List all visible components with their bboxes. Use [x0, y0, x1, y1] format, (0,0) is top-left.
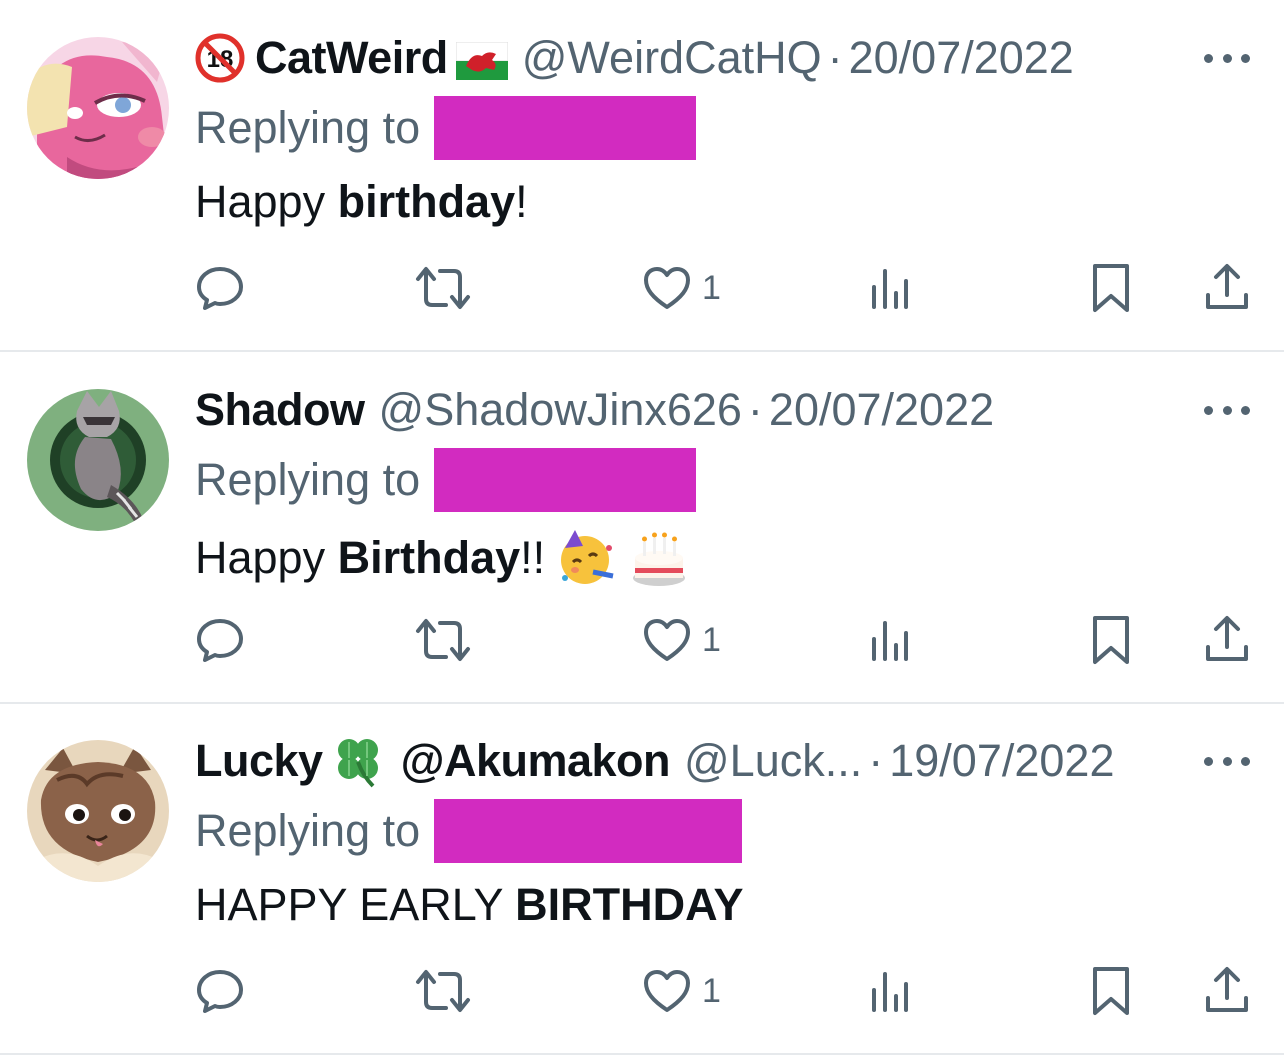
tweet-text-tail: !! [520, 532, 546, 583]
share-button[interactable] [1202, 258, 1252, 318]
retweet-button[interactable] [414, 610, 472, 670]
like-button[interactable]: 1 [642, 610, 721, 670]
reply-icon [197, 267, 243, 310]
like-button[interactable]: 1 [642, 961, 721, 1021]
heart-icon [644, 619, 690, 661]
share-button[interactable] [1202, 961, 1252, 1021]
reply-button[interactable] [195, 258, 245, 318]
wales-flag-icon [455, 39, 509, 80]
tweet-header: Lucky @Akumakon @Luck... · 19/07/2022 [195, 733, 1114, 789]
display-name-suffix[interactable]: @Akumakon [401, 735, 671, 787]
tweet-text-bold: Birthday [337, 532, 521, 583]
retweet-icon [416, 267, 470, 309]
views-button[interactable] [868, 258, 912, 318]
more-options-icon[interactable] [1204, 400, 1250, 420]
reply-button[interactable] [195, 610, 245, 670]
partying-face-emoji [557, 528, 617, 588]
user-handle[interactable]: @Luck... [684, 735, 862, 787]
bookmark-icon [1093, 616, 1129, 664]
like-button[interactable]: 1 [642, 258, 721, 318]
tweet[interactable]: Lucky @Akumakon @Luck... · 19/07/2022 Re… [0, 703, 1284, 1055]
tweet-header: Shadow @ShadowJinx626 · 20/07/2022 [195, 382, 994, 438]
views-icon [872, 269, 908, 309]
tweet-text: Happy birthday ! [195, 176, 528, 228]
reply-icon [197, 619, 243, 662]
separator: · [868, 735, 884, 786]
replying-to: Replying to [195, 448, 697, 512]
views-icon [872, 621, 908, 661]
views-icon [872, 972, 908, 1012]
18-plus-badge-icon: 18 [195, 33, 245, 83]
retweet-icon [416, 970, 470, 1012]
share-icon [1206, 264, 1248, 309]
tweet-text: Happy Birthday !! [195, 528, 689, 588]
replying-to-label: Replying to [195, 805, 421, 856]
tweet[interactable]: 18 CatWeird @WeirdCatHQ · 20/07/2022 Rep… [0, 0, 1284, 352]
retweet-button[interactable] [414, 961, 472, 1021]
more-options-icon[interactable] [1204, 751, 1250, 771]
separator: · [747, 384, 763, 435]
display-name[interactable]: CatWeird [255, 32, 448, 84]
bookmark-icon [1093, 264, 1129, 312]
bookmark-button[interactable] [1089, 258, 1133, 318]
tweet-header: 18 CatWeird @WeirdCatHQ · 20/07/2022 [195, 30, 1074, 86]
tweet-text-plain: HAPPY EARLY [195, 879, 516, 930]
views-button[interactable] [868, 610, 912, 670]
tweet-text-plain: Happy [195, 532, 338, 583]
retweet-button[interactable] [414, 258, 472, 318]
tweet-text-plain: Happy [195, 176, 338, 227]
birthday-cake-emoji [629, 528, 689, 588]
retweet-icon [416, 619, 470, 661]
share-icon [1206, 616, 1248, 661]
tweet-text-bold: birthday [337, 176, 516, 227]
avatar[interactable] [27, 740, 169, 882]
tweet-date[interactable]: 20/07/2022 [849, 32, 1074, 84]
replying-to-label: Replying to [195, 454, 421, 505]
bookmark-icon [1093, 967, 1129, 1015]
avatar[interactable] [27, 37, 169, 179]
heart-icon [644, 267, 690, 309]
like-count: 1 [702, 620, 721, 659]
tweet[interactable]: Shadow @ShadowJinx626 · 20/07/2022 Reply… [0, 352, 1284, 704]
tweet-text: HAPPY EARLY BIRTHDAY [195, 879, 744, 931]
tweet-date[interactable]: 20/07/2022 [769, 384, 994, 436]
bookmark-button[interactable] [1089, 610, 1133, 670]
user-handle[interactable]: @ShadowJinx626 [379, 384, 742, 436]
redacted-handle [434, 96, 697, 160]
reply-icon [197, 970, 243, 1013]
tweet-text-tail: ! [515, 176, 528, 227]
replying-to-label: Replying to [195, 102, 421, 153]
redacted-handle [434, 448, 697, 512]
action-bar: 1 [0, 258, 1284, 318]
heart-icon [644, 970, 690, 1012]
display-name[interactable]: Shadow [195, 384, 365, 436]
like-count: 1 [702, 971, 721, 1010]
action-bar: 1 [0, 610, 1284, 670]
redacted-handle [434, 799, 743, 863]
tweet-text-bold: BIRTHDAY [515, 879, 744, 930]
replying-to: Replying to [195, 799, 743, 863]
action-bar: 1 [0, 961, 1284, 1021]
avatar[interactable] [27, 389, 169, 531]
bookmark-button[interactable] [1089, 961, 1133, 1021]
reply-button[interactable] [195, 961, 245, 1021]
replying-to: Replying to [195, 96, 697, 160]
display-name[interactable]: Lucky [195, 735, 323, 787]
user-handle[interactable]: @WeirdCatHQ [522, 32, 822, 84]
separator: · [827, 32, 843, 83]
four-leaf-clover-emoji [329, 732, 387, 790]
views-button[interactable] [868, 961, 912, 1021]
tweet-date[interactable]: 19/07/2022 [889, 735, 1114, 787]
share-button[interactable] [1202, 610, 1252, 670]
more-options-icon[interactable] [1204, 48, 1250, 68]
like-count: 1 [702, 268, 721, 307]
share-icon [1206, 967, 1248, 1012]
